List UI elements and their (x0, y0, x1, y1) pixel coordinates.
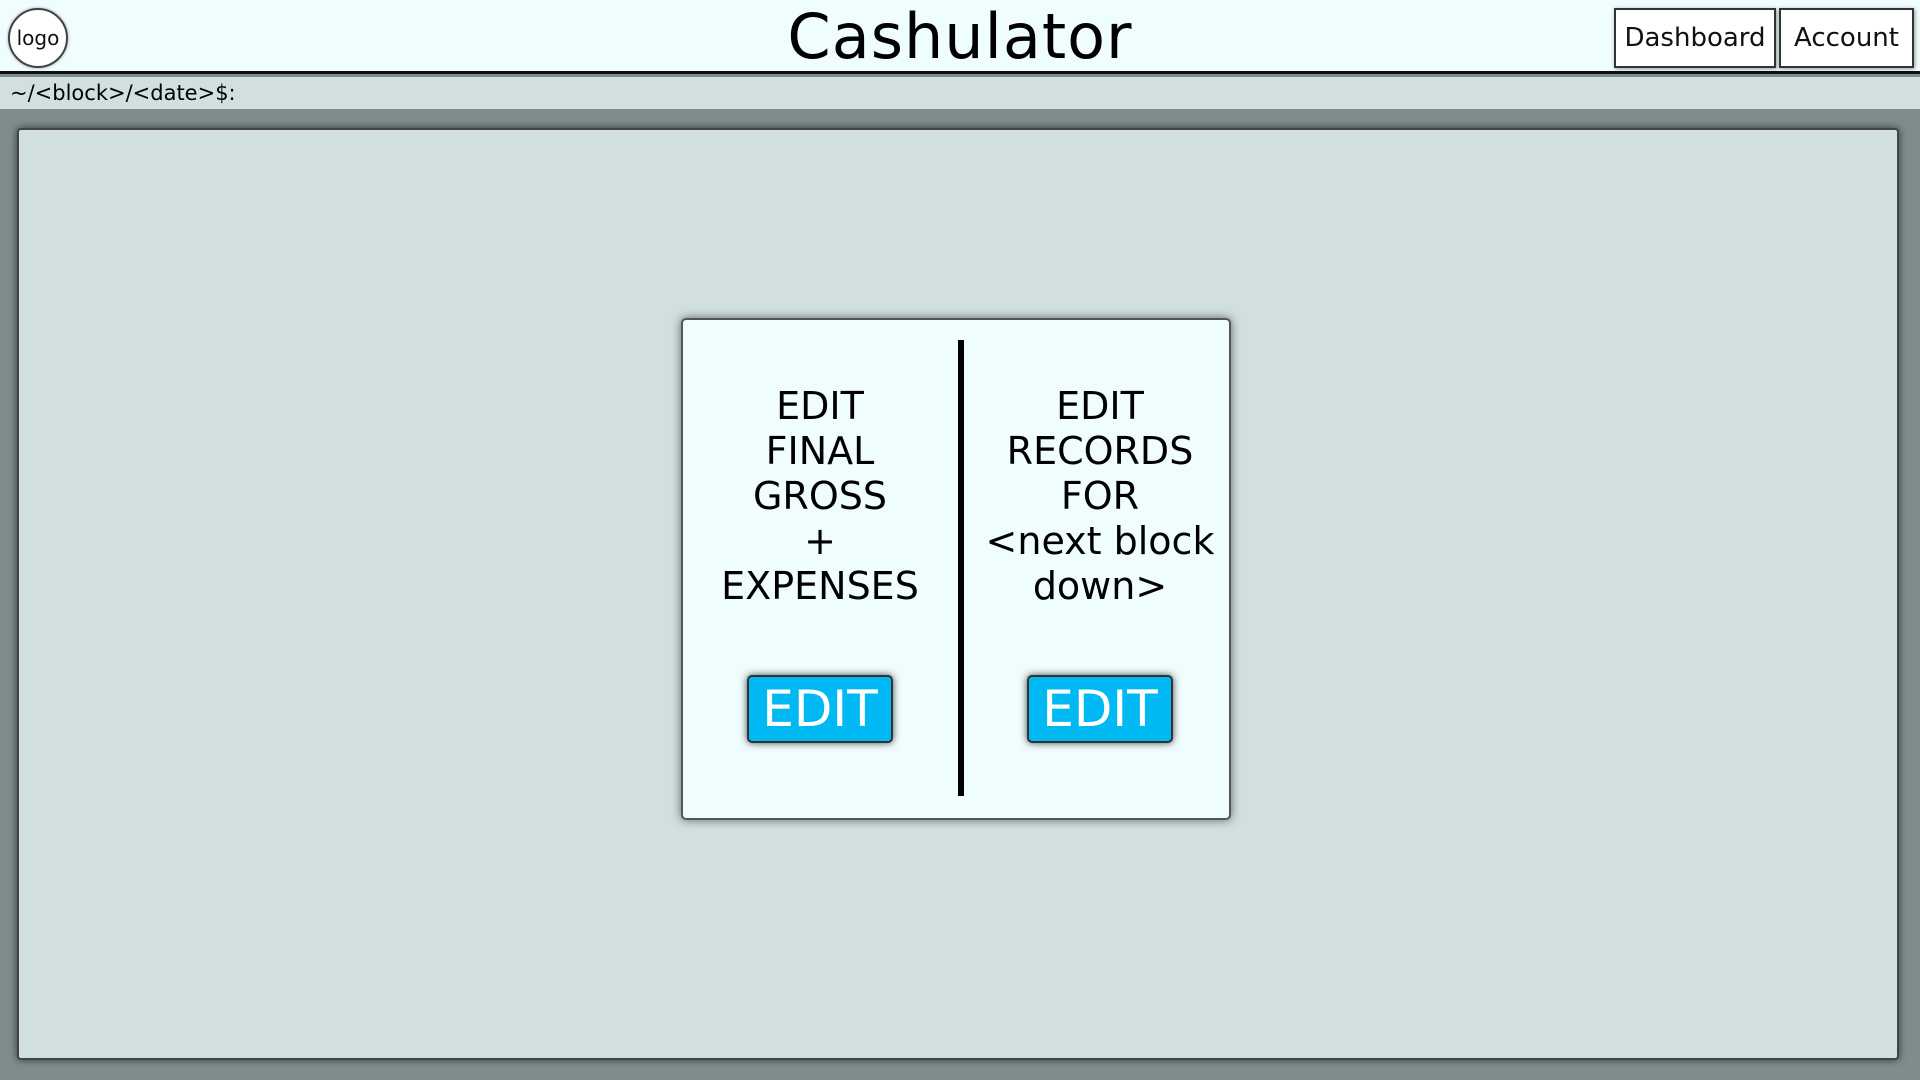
account-button[interactable]: Account (1779, 8, 1914, 68)
card-divider (958, 340, 964, 796)
edit-final-gross-button[interactable]: EDIT (747, 675, 893, 743)
edit-records-next-block-label: EDIT RECORDS FOR <next block down> (985, 384, 1215, 608)
edit-options-card: EDIT FINAL GROSS + EXPENSES EDIT RECORDS… (681, 318, 1231, 820)
edit-records-button[interactable]: EDIT (1027, 675, 1173, 743)
edit-final-gross-expenses-label: EDIT FINAL GROSS + EXPENSES (721, 384, 919, 608)
app-header: logo Cashulator Dashboard Account (0, 0, 1920, 74)
breadcrumb: ~/<block>/<date>$: (0, 77, 1920, 109)
logo[interactable]: logo (8, 8, 68, 68)
app-title: Cashulator (787, 0, 1133, 73)
dashboard-button[interactable]: Dashboard (1614, 8, 1776, 68)
